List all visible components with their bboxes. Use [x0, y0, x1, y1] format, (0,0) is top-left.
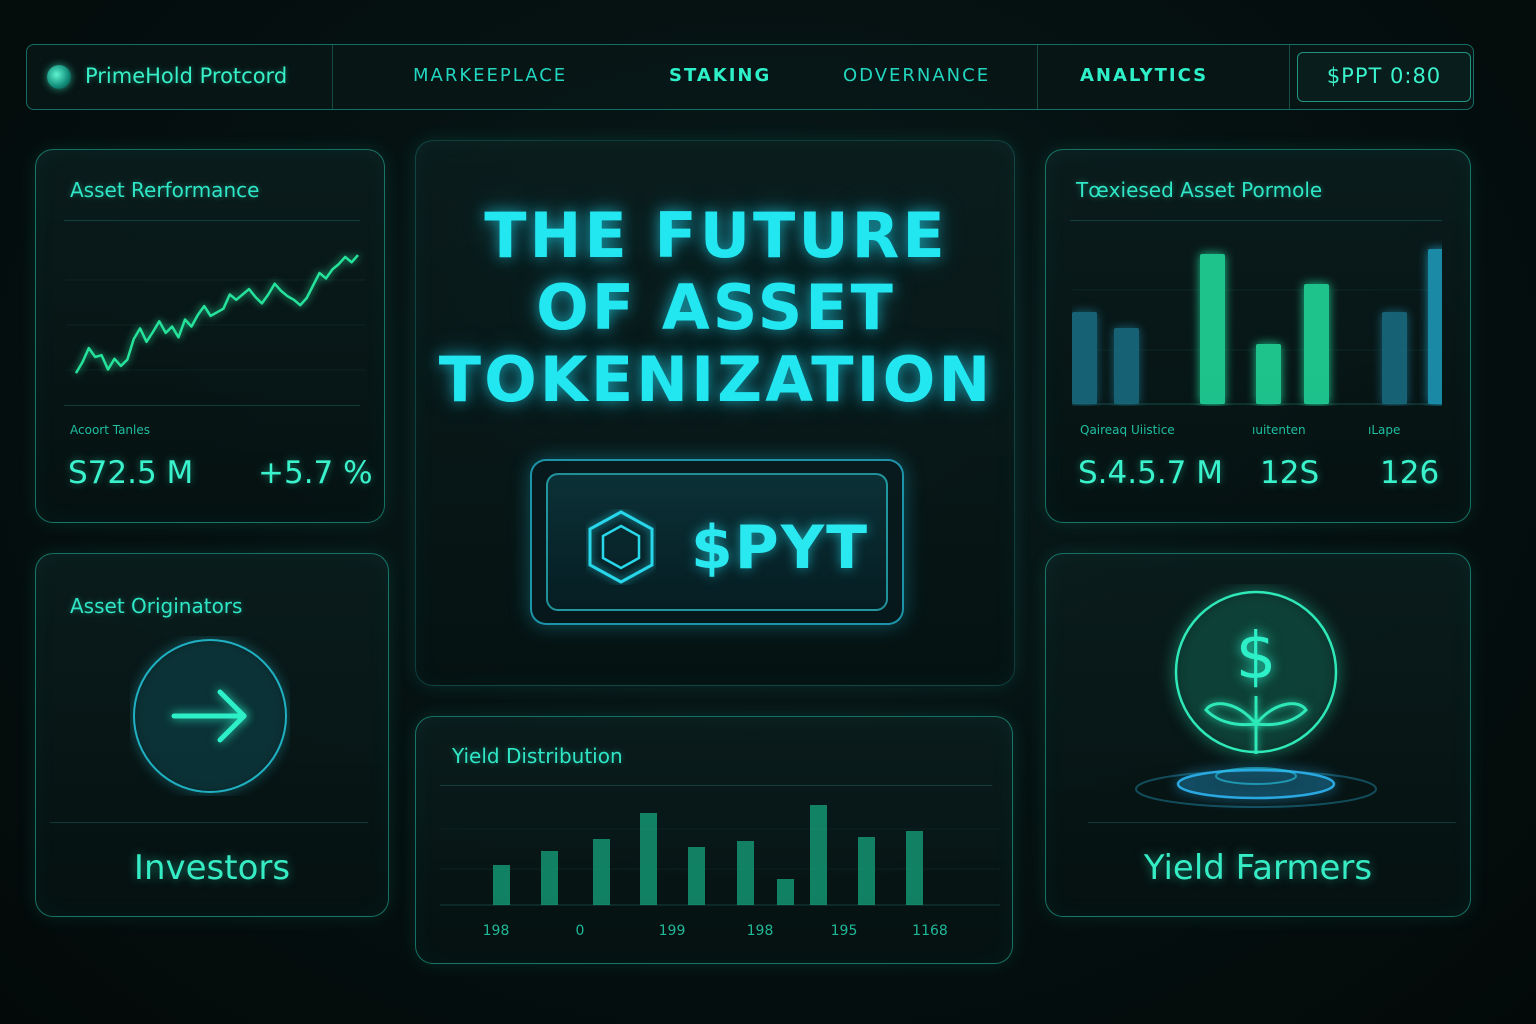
portfolio-bar [1256, 344, 1281, 404]
asset-originators-card: Asset Originators Investors [35, 553, 389, 917]
card-caption: Yield Farmers [1143, 848, 1373, 888]
divider [1070, 220, 1442, 221]
hexagon-icon [588, 510, 654, 584]
yield-bar [640, 813, 657, 905]
yield-tick-label: 198 [747, 923, 774, 939]
stat-label: ıLape [1368, 423, 1401, 437]
divider [64, 220, 360, 221]
yield-bar [688, 847, 705, 905]
yield-farmers-card: $ Yield Farmers [1045, 553, 1471, 917]
token-price-button[interactable]: $PPT 0:80 [1297, 52, 1471, 102]
divider [50, 822, 368, 823]
metric-value: S72.5 M [68, 455, 194, 491]
stat-value: 12S [1260, 455, 1320, 491]
card-caption: Investors [133, 848, 291, 888]
yield-tick-label: 195 [831, 923, 858, 939]
top-nav: PrimeHold Protcord MARKEEPLACE STAKING O… [26, 44, 1474, 110]
nav-item-governance[interactable]: ODVERNANCE [843, 65, 990, 86]
token-symbol: $PYT [691, 513, 870, 583]
yield-distribution-card: Yield Distribution 198 0 199 198 195 1168 [415, 716, 1013, 964]
yield-tick-label: 198 [483, 923, 510, 939]
stat-value: S.4.5.7 M [1078, 455, 1224, 491]
card-title: Asset Originators [70, 594, 243, 618]
yield-bar [858, 837, 875, 905]
token-button-inner: $PYT [546, 473, 888, 611]
svg-text:$: $ [1236, 620, 1277, 694]
portfolio-bar-chart [1072, 249, 1442, 405]
yield-bar [810, 805, 827, 905]
performance-sparkline [66, 254, 366, 374]
sparkline-series [74, 254, 359, 374]
hero-title-line: OF ASSET [536, 271, 896, 344]
divider [1088, 822, 1456, 823]
nav-item-analytics[interactable]: ANALYTICS [1080, 65, 1208, 86]
yield-bar [906, 831, 923, 905]
yield-bar [493, 865, 510, 905]
divider [64, 405, 360, 406]
hero-title-line: THE FUTURE [484, 199, 948, 272]
nav-divider [1037, 45, 1038, 109]
yield-tick-label: 199 [659, 923, 686, 939]
stat-value: 126 [1380, 455, 1440, 491]
brand-name[interactable]: PrimeHold Protcord [85, 64, 287, 88]
yield-bar [737, 841, 754, 905]
stat-label: Qaireaq Uiistice [1080, 423, 1175, 437]
metric-change: +5.7 % [258, 455, 373, 491]
yield-bar [593, 839, 610, 905]
yield-tick-label: 1168 [912, 923, 948, 939]
card-title: Yield Distribution [452, 744, 623, 768]
nav-divider [332, 45, 333, 109]
yield-tick-label: 0 [576, 923, 585, 939]
metric-label: Acoort Tanles [70, 423, 151, 437]
nav-item-marketplace[interactable]: MARKEEPLACE [413, 65, 567, 86]
portfolio-bar [1428, 249, 1442, 404]
portfolio-bar [1114, 328, 1139, 404]
money-plant-icon: $ [1135, 590, 1377, 808]
yield-bar [777, 879, 794, 905]
portfolio-bar [1304, 284, 1329, 404]
portfolio-bar [1072, 312, 1097, 404]
card-title: Tœxiesed Asset Pormole [1076, 178, 1323, 202]
yield-bar [541, 851, 558, 905]
yield-bar-chart: 198 0 199 198 195 1168 [440, 805, 1000, 939]
portfolio-bar [1382, 312, 1407, 404]
arrow-right-icon[interactable] [130, 636, 290, 796]
card-title: Asset Rerformance [70, 178, 260, 202]
nav-divider [1289, 45, 1290, 109]
hero-panel: THE FUTURE OF ASSET TOKENIZATION $PYT [415, 140, 1015, 686]
nav-item-staking[interactable]: STAKING [669, 65, 771, 86]
token-button[interactable]: $PYT [530, 459, 904, 625]
stat-label: ıuitenten [1252, 423, 1306, 437]
divider [440, 785, 992, 786]
asset-performance-card: Asset Rerformance Acoort Tanles S72.5 M … [35, 149, 385, 523]
portfolio-bar [1200, 254, 1225, 404]
tokenized-portfolio-card: Tœxiesed Asset Pormole Qaireaq Uiistice … [1045, 149, 1471, 523]
hero-title-line: TOKENIZATION [438, 343, 994, 416]
globe-logo-icon [47, 65, 71, 89]
